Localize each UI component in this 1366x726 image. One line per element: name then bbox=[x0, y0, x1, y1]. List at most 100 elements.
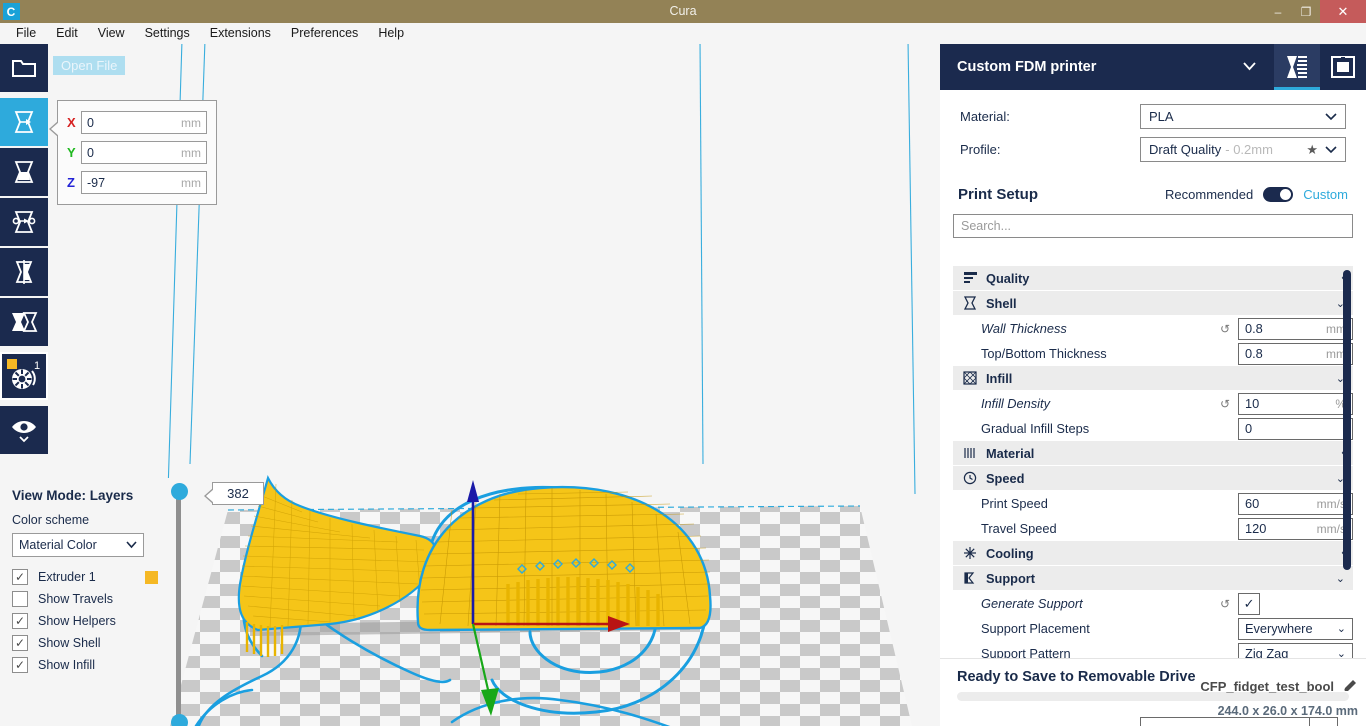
top-bottom-thickness-input[interactable]: 0.8 mm bbox=[1238, 342, 1353, 365]
save-target-dropdown-button[interactable] bbox=[1310, 717, 1338, 726]
setting-generate-support[interactable]: Generate Support ↺ ✓ bbox=[953, 591, 1353, 616]
y-position-input[interactable]: 0 mm bbox=[81, 141, 207, 164]
setting-wall-thickness[interactable]: Wall Thickness ↺ 0.8 mm bbox=[953, 316, 1353, 341]
material-label: Material: bbox=[960, 109, 1010, 124]
layer-slider-track[interactable] bbox=[176, 491, 181, 719]
view-option-show-infill[interactable]: ✓ Show Infill bbox=[12, 657, 158, 673]
setting-top-bottom-thickness[interactable]: Top/Bottom Thickness 0.8 mm bbox=[953, 341, 1353, 366]
extruder-1-button[interactable]: 1 bbox=[0, 352, 48, 400]
menu-edit[interactable]: Edit bbox=[46, 23, 88, 44]
revert-icon[interactable]: ↺ bbox=[1220, 322, 1230, 336]
view-option-show-shell[interactable]: ✓ Show Shell bbox=[12, 635, 158, 651]
axis-row-x: X 0 mm bbox=[67, 111, 207, 134]
category-support[interactable]: Support ⌄ bbox=[953, 566, 1353, 591]
axis-label-x: X bbox=[67, 115, 76, 130]
category-cooling[interactable]: Cooling ‹ bbox=[953, 541, 1353, 566]
gradual-infill-steps-input[interactable]: 0 bbox=[1238, 417, 1353, 440]
view-mode-button[interactable] bbox=[0, 406, 48, 454]
setting-label: Support Placement bbox=[981, 621, 1090, 636]
speed-icon bbox=[961, 471, 979, 485]
setting-value: 0.8 bbox=[1245, 321, 1263, 336]
material-select[interactable]: PLA bbox=[1140, 104, 1346, 129]
setting-value: ✓ bbox=[1243, 595, 1255, 611]
checkbox-show-shell[interactable]: ✓ bbox=[12, 635, 28, 651]
revert-icon[interactable]: ↺ bbox=[1220, 397, 1230, 411]
layer-slider-lower-handle[interactable] bbox=[171, 714, 188, 726]
infill-density-input[interactable]: 10 % bbox=[1238, 392, 1353, 415]
settings-list[interactable]: Quality ‹ Shell ⌄ Wall Thickness ↺ 0.8 m… bbox=[953, 266, 1353, 704]
setting-unit: mm/s bbox=[1316, 496, 1346, 511]
profile-value: Draft Quality bbox=[1149, 142, 1222, 157]
menu-help[interactable]: Help bbox=[368, 23, 414, 44]
axis-row-z: Z -97 mm bbox=[67, 171, 207, 194]
menu-view[interactable]: View bbox=[88, 23, 135, 44]
category-name: Infill bbox=[986, 370, 1013, 386]
mode-custom-label[interactable]: Custom bbox=[1303, 187, 1348, 202]
save-to-removable-drive-button[interactable] bbox=[1140, 717, 1310, 726]
minimize-icon[interactable]: – bbox=[1264, 0, 1292, 23]
menu-preferences[interactable]: Preferences bbox=[281, 23, 368, 44]
setting-print-speed[interactable]: Print Speed 60 mm/s bbox=[953, 491, 1353, 516]
open-file-button[interactable]: Open File bbox=[0, 44, 126, 92]
move-tool-button[interactable] bbox=[0, 98, 48, 146]
left-toolbar: Open File 1 bbox=[0, 44, 126, 456]
setting-infill-density[interactable]: Infill Density ↺ 10 % bbox=[953, 391, 1353, 416]
setting-gradual-infill-steps[interactable]: Gradual Infill Steps 0 bbox=[953, 416, 1353, 441]
profile-label: Profile: bbox=[960, 142, 1001, 157]
category-quality[interactable]: Quality ‹ bbox=[953, 266, 1353, 291]
menu-extensions[interactable]: Extensions bbox=[200, 23, 281, 44]
view-option-show-travels[interactable]: Show Travels bbox=[12, 591, 158, 607]
profile-select[interactable]: Draft Quality - 0.2mm ★ bbox=[1140, 137, 1346, 162]
checkbox-show-travels[interactable] bbox=[12, 591, 28, 607]
setting-travel-speed[interactable]: Travel Speed 120 mm/s bbox=[953, 516, 1353, 541]
extruder-1-color-swatch bbox=[145, 570, 158, 584]
setting-value: 120 bbox=[1245, 521, 1267, 536]
mode-recommended-label[interactable]: Recommended bbox=[1165, 187, 1253, 202]
setting-value: 60 bbox=[1245, 496, 1260, 511]
close-icon[interactable]: ✕ bbox=[1320, 0, 1366, 23]
category-speed[interactable]: Speed ⌄ bbox=[953, 466, 1353, 491]
color-scheme-select[interactable]: Material Color bbox=[12, 533, 144, 557]
print-speed-input[interactable]: 60 mm/s bbox=[1238, 492, 1353, 515]
wall-thickness-input[interactable]: 0.8 mm bbox=[1238, 317, 1353, 340]
support-icon bbox=[961, 571, 979, 585]
layer-slider[interactable] bbox=[171, 483, 188, 726]
menu-settings[interactable]: Settings bbox=[135, 23, 200, 44]
generate-support-checkbox[interactable]: ✓ bbox=[1238, 592, 1260, 615]
category-name: Material bbox=[986, 445, 1035, 461]
rotate-tool-button[interactable] bbox=[0, 198, 48, 246]
axis-row-y: Y 0 mm bbox=[67, 141, 207, 164]
printer-selector-bar[interactable]: Custom FDM printer bbox=[940, 44, 1366, 90]
menu-file[interactable]: File bbox=[6, 23, 46, 44]
support-placement-select[interactable]: Everywhere ⌄ bbox=[1238, 617, 1353, 640]
tab-solid-view[interactable] bbox=[1320, 44, 1366, 90]
settings-scrollbar[interactable] bbox=[1343, 270, 1351, 570]
layer-slider-upper-handle[interactable] bbox=[171, 483, 188, 500]
category-infill[interactable]: Infill ⌄ bbox=[953, 366, 1353, 391]
pencil-icon[interactable] bbox=[1342, 678, 1358, 694]
x-position-input[interactable]: 0 mm bbox=[81, 111, 207, 134]
scale-tool-button[interactable] bbox=[0, 148, 48, 196]
checkbox-extruder-1[interactable]: ✓ bbox=[12, 569, 28, 585]
category-shell[interactable]: Shell ⌄ bbox=[953, 291, 1353, 316]
favorite-star-icon[interactable]: ★ bbox=[1306, 142, 1318, 158]
mirror-tool-button[interactable] bbox=[0, 248, 48, 296]
z-position-input[interactable]: -97 mm bbox=[81, 171, 207, 194]
travel-speed-input[interactable]: 120 mm/s bbox=[1238, 517, 1353, 540]
maximize-icon[interactable]: ❐ bbox=[1292, 0, 1320, 23]
category-material[interactable]: Material ‹ bbox=[953, 441, 1353, 466]
printer-chevron-down-icon[interactable] bbox=[1243, 58, 1256, 76]
tab-layer-view[interactable] bbox=[1274, 44, 1320, 90]
view-option-show-helpers[interactable]: ✓ Show Helpers bbox=[12, 613, 158, 629]
view-option-extruder-1[interactable]: ✓ Extruder 1 bbox=[12, 569, 158, 585]
layer-number-bubble: 382 bbox=[204, 482, 264, 505]
chevron-down-icon: ⌄ bbox=[1336, 623, 1346, 635]
revert-icon[interactable]: ↺ bbox=[1220, 597, 1230, 611]
checkbox-show-infill[interactable]: ✓ bbox=[12, 657, 28, 673]
per-model-settings-button[interactable] bbox=[0, 298, 48, 346]
settings-search-input[interactable]: Search... bbox=[953, 214, 1353, 238]
setting-support-placement[interactable]: Support Placement Everywhere ⌄ bbox=[953, 616, 1353, 641]
checkbox-show-helpers[interactable]: ✓ bbox=[12, 613, 28, 629]
chevron-down-icon: ⌄ bbox=[1335, 572, 1345, 585]
setup-mode-toggle[interactable] bbox=[1263, 186, 1294, 202]
